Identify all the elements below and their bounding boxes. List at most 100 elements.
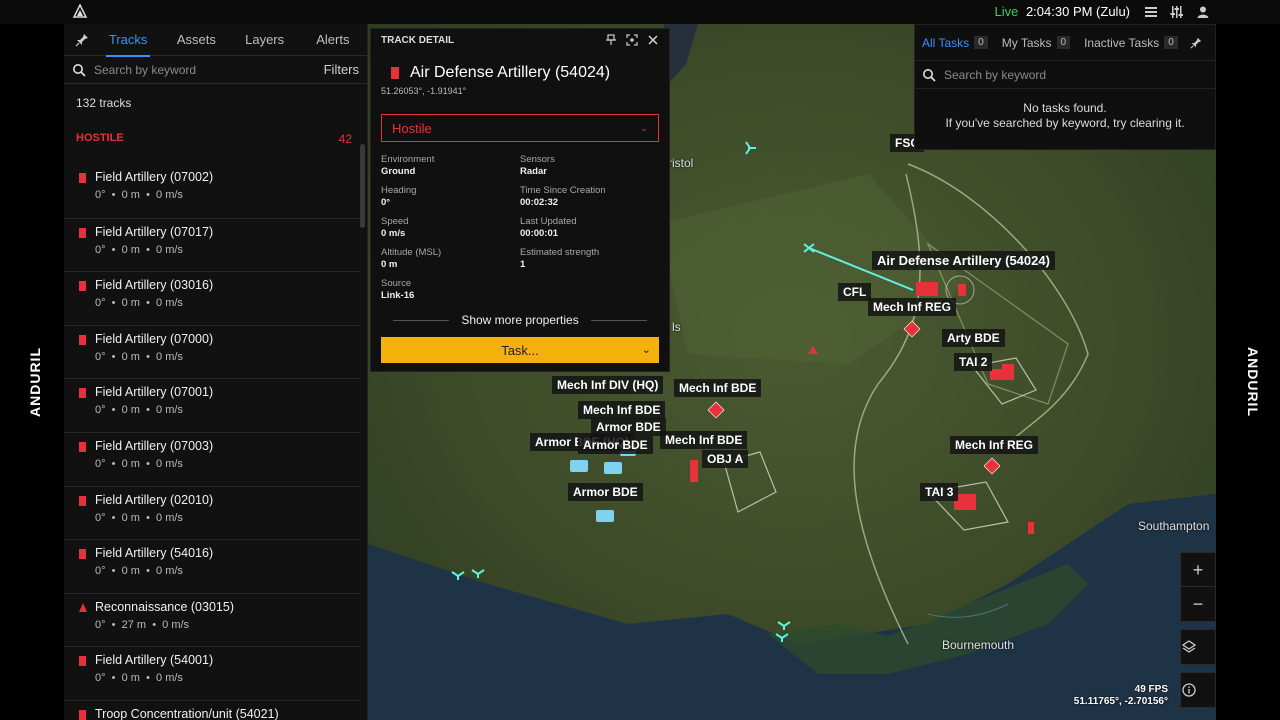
group-header-hostile[interactable]: HOSTILE 42 — [64, 120, 367, 146]
cursor-coords: 51.11765°, -2.70156° — [1073, 696, 1168, 707]
hostile-marker-icon — [79, 549, 86, 560]
property-value: 1 — [520, 259, 526, 270]
sliders-icon[interactable] — [1170, 5, 1184, 19]
property-key: Speed — [381, 216, 409, 227]
tab-layers[interactable]: Layers — [231, 24, 299, 56]
separator-dot: • — [139, 511, 157, 524]
zoom-in-button[interactable]: + — [1180, 552, 1216, 588]
user-icon[interactable] — [1196, 5, 1210, 19]
track-property: Speed 0 m/s — [381, 216, 520, 239]
map-label[interactable]: Mech Inf BDE — [660, 431, 748, 449]
track-speed: 0 m/s — [156, 297, 183, 310]
fps-value: 49 FPS — [1134, 684, 1168, 695]
pin-icon[interactable] — [1190, 37, 1202, 49]
place-label: Bournemouth — [942, 638, 1015, 652]
anduril-logo-icon[interactable] — [72, 4, 88, 20]
focus-icon[interactable] — [626, 34, 638, 46]
clock: Live 2:04:30 PM (Zulu) — [994, 4, 1130, 19]
task-button[interactable]: Task... ⌄ — [381, 337, 659, 363]
track-list-item[interactable]: Field Artillery (07003) 0° • 0 m • 0 m/s — [64, 431, 360, 486]
tracks-search: Filters — [64, 56, 367, 84]
map-label[interactable]: Mech Inf REG — [950, 436, 1039, 454]
tasks-search — [915, 61, 1215, 89]
track-list-item[interactable]: Troop Concentration/unit (54021)0° • 0 m… — [64, 699, 360, 720]
track-list-item[interactable]: Field Artillery (07000) 0° • 0 m • 0 m/s — [64, 324, 360, 379]
property-value: Link-16 — [381, 290, 415, 301]
track-list-item[interactable]: Field Artillery (54016) 0° • 0 m • 0 m/s — [64, 539, 360, 593]
layers-button[interactable] — [1180, 629, 1216, 665]
track-detail-header: TRACK DETAIL — [371, 29, 669, 51]
disposition-select[interactable]: Hostile ⌄ — [381, 114, 659, 142]
track-heading: 0° — [95, 404, 106, 417]
brand-text: ANDURIL — [27, 347, 43, 417]
map-label[interactable]: TAI 2 — [954, 353, 993, 371]
hostile-marker-icon — [79, 388, 86, 399]
track-name: Air Defense Artillery (54024) — [410, 64, 611, 81]
map-label[interactable]: Armor BDE — [568, 483, 643, 501]
property-value: Ground — [381, 166, 416, 177]
hostile-marker-icon — [391, 67, 399, 79]
track-heading: 0° — [95, 511, 106, 524]
tab-alerts[interactable]: Alerts — [299, 24, 367, 56]
track-list-item[interactable]: Reconnaissance (03015) 0° • 27 m • 0 m/s — [64, 592, 360, 647]
separator-dot: • — [105, 189, 122, 201]
map-label[interactable]: Armor BDE — [578, 436, 653, 454]
tab-tracks[interactable]: Tracks — [94, 24, 162, 57]
empty-line-1: No tasks found. — [1023, 101, 1107, 115]
map-label[interactable]: Mech Inf REG — [868, 298, 957, 316]
pin-icon[interactable] — [70, 33, 94, 47]
show-more-properties[interactable]: Show more properties — [371, 301, 669, 327]
filters-button[interactable]: Filters — [324, 62, 359, 77]
map-label[interactable]: Mech Inf BDE — [674, 379, 762, 397]
track-list-item[interactable]: Field Artillery (07017) 0° • 0 m • 0 m/s — [64, 217, 360, 272]
property-value: 0 m/s — [381, 228, 406, 239]
map-label[interactable]: Mech Inf BDE — [578, 401, 666, 419]
separator-dot: • — [105, 511, 122, 524]
hostile-marker-icon — [79, 227, 86, 238]
track-list-scrollbar[interactable] — [360, 144, 365, 228]
track-property: Heading 0° — [381, 185, 520, 208]
track-heading: 0° — [95, 672, 106, 685]
track-name: Field Artillery (03016) — [95, 278, 214, 293]
track-count: 132 tracks — [76, 96, 132, 110]
map-label[interactable]: OBJ A — [702, 450, 749, 468]
tasks-search-input[interactable] — [944, 67, 1208, 82]
map-label[interactable]: TAI 3 — [920, 483, 959, 501]
separator-dot: • — [105, 565, 122, 578]
info-button[interactable] — [1180, 672, 1216, 708]
tasks-panel: All Tasks 0 My Tasks 0 Inactive Tasks 0 … — [914, 24, 1216, 150]
track-heading: 0° — [95, 618, 106, 631]
pin-icon[interactable] — [605, 34, 617, 46]
zulu-time: 2:04:30 PM (Zulu) — [1025, 4, 1130, 19]
track-meta: 0° • 0 m • 0 m/s — [95, 458, 348, 470]
map-label[interactable]: Mech Inf DIV (HQ) — [552, 376, 664, 394]
zoom-out-button[interactable]: − — [1180, 586, 1216, 622]
tab-assets[interactable]: Assets — [162, 24, 230, 56]
map-label[interactable]: Air Defense Artillery (54024) — [872, 251, 1055, 270]
search-icon — [923, 68, 936, 82]
tab-all-tasks[interactable]: All Tasks 0 — [922, 36, 988, 50]
track-list-item[interactable]: Field Artillery (03016) 0° • 0 m • 0 m/s — [64, 271, 360, 325]
tracks-search-input[interactable] — [94, 62, 324, 77]
track-speed: 0 m/s — [156, 672, 183, 685]
map-label[interactable]: CFL — [838, 283, 872, 301]
track-meta: 0° • 0 m • 0 m/s — [95, 565, 348, 577]
map-label[interactable]: Arty BDE — [942, 329, 1005, 347]
separator-dot: • — [139, 565, 157, 578]
track-name: Field Artillery (07001) — [95, 385, 214, 400]
list-icon[interactable] — [1144, 5, 1158, 19]
track-speed: 0 m/s — [156, 243, 183, 256]
tab-inactive-tasks[interactable]: Inactive Tasks 0 — [1084, 36, 1178, 50]
track-alt: 0 m — [121, 457, 140, 470]
track-speed: 0 m/s — [156, 350, 183, 363]
track-list-item[interactable]: Field Artillery (07001) 0° • 0 m • 0 m/s — [64, 378, 360, 432]
close-icon[interactable] — [647, 34, 659, 46]
group-label: HOSTILE — [76, 132, 124, 144]
track-meta: 0° • 0 m • 0 m/s — [95, 404, 348, 416]
track-list-item[interactable]: Field Artillery (07002) 0° • 0 m • 0 m/s — [64, 164, 360, 218]
track-list-item[interactable]: Field Artillery (02010) 0° • 0 m • 0 m/s — [64, 485, 360, 540]
tab-my-tasks[interactable]: My Tasks 0 — [1002, 36, 1071, 50]
property-key: Time Since Creation — [520, 185, 606, 196]
track-list-item[interactable]: Field Artillery (54001) 0° • 0 m • 0 m/s — [64, 646, 360, 700]
separator-dot: • — [139, 404, 157, 417]
